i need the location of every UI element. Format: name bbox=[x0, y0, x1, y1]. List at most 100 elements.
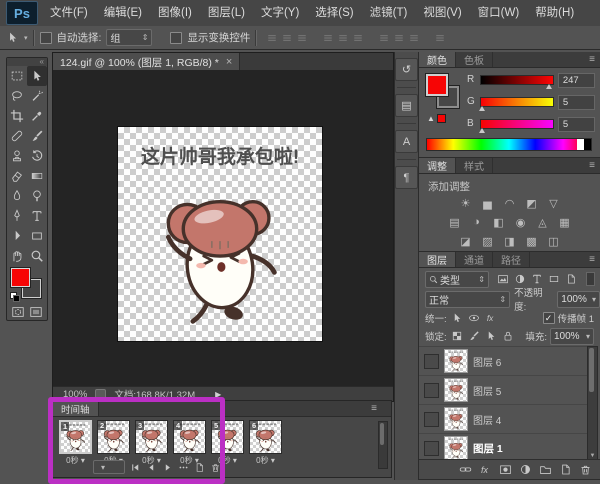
new-layer-icon[interactable] bbox=[559, 463, 572, 476]
color-lookup-icon[interactable]: ▦ bbox=[557, 215, 573, 229]
menu-item[interactable]: 窗口(W) bbox=[470, 0, 528, 26]
new-frame-button[interactable] bbox=[194, 462, 205, 473]
history-panel-icon[interactable]: ↺ bbox=[395, 58, 418, 81]
layers-tab-路径[interactable]: 路径 bbox=[493, 252, 530, 267]
distribute-right-edges-icon[interactable] bbox=[408, 32, 420, 44]
layers-scrollbar[interactable]: ▼ bbox=[587, 346, 598, 460]
lock-pixels-icon[interactable] bbox=[468, 330, 480, 342]
panel-menu-icon[interactable]: ≡ bbox=[371, 403, 377, 414]
blur-tool[interactable] bbox=[7, 186, 27, 206]
menu-item[interactable]: 滤镜(T) bbox=[362, 0, 416, 26]
brush-tool[interactable] bbox=[27, 126, 47, 146]
eyedropper-tool[interactable] bbox=[27, 106, 47, 126]
black-white-icon[interactable]: ◧ bbox=[491, 215, 507, 229]
new-group-icon[interactable] bbox=[539, 463, 552, 476]
frame-thumbnail[interactable]: 1 bbox=[59, 420, 92, 454]
menu-item[interactable]: 视图(V) bbox=[415, 0, 469, 26]
gradient-map-icon[interactable]: ▩ bbox=[524, 234, 540, 248]
crop-tool[interactable] bbox=[7, 106, 27, 126]
hue-saturation-icon[interactable]: ▤ bbox=[447, 215, 463, 229]
layer-style-icon[interactable] bbox=[479, 463, 492, 476]
zoom-tool[interactable] bbox=[27, 246, 47, 266]
tween-button[interactable] bbox=[178, 462, 189, 473]
auto-select-checkbox[interactable] bbox=[39, 31, 52, 44]
layer-visibility-toggle[interactable] bbox=[424, 440, 439, 456]
layer-visibility-toggle[interactable] bbox=[424, 353, 439, 369]
filter-adjustment-layers-icon[interactable] bbox=[514, 273, 526, 285]
new-adjustment-layer-icon[interactable] bbox=[519, 463, 532, 476]
type-tool[interactable] bbox=[27, 206, 47, 226]
channel-mixer-icon[interactable]: ◬ bbox=[535, 215, 551, 229]
invert-icon[interactable]: ◪ bbox=[458, 234, 474, 248]
rectangular-marquee-tool[interactable] bbox=[7, 66, 27, 86]
adjust-tab-样式[interactable]: 样式 bbox=[456, 158, 493, 173]
default-colors-icon[interactable] bbox=[10, 292, 20, 302]
posterize-icon[interactable]: ▨ bbox=[480, 234, 496, 248]
layer-row[interactable]: 图层 4 bbox=[419, 405, 589, 434]
layers-tab-通道[interactable]: 通道 bbox=[456, 252, 493, 267]
frame-thumbnail[interactable]: 5 bbox=[211, 420, 244, 454]
dodge-tool[interactable] bbox=[27, 186, 47, 206]
first-frame-button[interactable] bbox=[130, 462, 141, 473]
channel-value-G[interactable]: 5 bbox=[557, 95, 595, 110]
animation-frame[interactable]: 6 0秒 ▾ bbox=[249, 420, 282, 466]
layer-thumbnail[interactable] bbox=[444, 436, 468, 459]
frame-thumbnail[interactable]: 2 bbox=[97, 420, 130, 454]
layer-visibility-toggle[interactable] bbox=[424, 411, 439, 427]
layers-tab-图层[interactable]: 图层 bbox=[419, 252, 456, 267]
panel-menu-icon[interactable]: ≡ bbox=[589, 160, 595, 171]
screen-mode-icon[interactable] bbox=[29, 305, 43, 319]
lock-transparency-icon[interactable] bbox=[451, 330, 463, 342]
status-arrow-icon[interactable]: ▶ bbox=[215, 390, 221, 399]
show-transform-checkbox[interactable] bbox=[170, 31, 183, 44]
tool-preset-caret-icon[interactable]: ▾ bbox=[24, 34, 28, 42]
move-tool[interactable] bbox=[27, 66, 47, 86]
play-button[interactable] bbox=[162, 462, 173, 473]
zoom-level[interactable]: 100% bbox=[63, 389, 87, 400]
layer-thumbnail[interactable] bbox=[444, 407, 468, 431]
gamut-warning[interactable]: ▲ bbox=[427, 114, 446, 123]
blend-mode-dropdown[interactable]: 正常 ⇕ bbox=[425, 290, 511, 308]
frame-thumbnail[interactable]: 4 bbox=[173, 420, 206, 454]
fill-field[interactable]: 100% ▾ bbox=[550, 327, 594, 345]
panel-menu-icon[interactable]: ≡ bbox=[589, 54, 595, 65]
clone-stamp-tool[interactable] bbox=[7, 146, 27, 166]
filter-pixel-layers-icon[interactable] bbox=[497, 273, 509, 285]
healing-brush-tool[interactable] bbox=[7, 126, 27, 146]
menu-item[interactable]: 文字(Y) bbox=[253, 0, 307, 26]
filter-type-layers-icon[interactable] bbox=[531, 273, 543, 285]
eraser-tool[interactable] bbox=[7, 166, 27, 186]
menu-item[interactable]: 文件(F) bbox=[42, 0, 96, 26]
gradient-tool[interactable] bbox=[27, 166, 47, 186]
align-top-edges-icon[interactable] bbox=[322, 32, 334, 44]
color-tab-颜色[interactable]: 颜色 bbox=[419, 52, 456, 67]
channel-value-B[interactable]: 5 bbox=[557, 117, 595, 132]
delete-layer-icon[interactable] bbox=[579, 463, 592, 476]
adjust-tab-调整[interactable]: 调整 bbox=[419, 158, 456, 173]
layer-filter-dropdown[interactable]: 类型 ⇕ bbox=[425, 270, 489, 288]
levels-icon[interactable]: ▅ bbox=[480, 196, 496, 210]
filter-smart-objects-icon[interactable] bbox=[565, 273, 577, 285]
align-left-edges-icon[interactable] bbox=[266, 32, 278, 44]
loop-selector[interactable]: ▾ bbox=[93, 460, 125, 474]
filter-shape-layers-icon[interactable] bbox=[548, 273, 560, 285]
photo-filter-icon[interactable]: ◉ bbox=[513, 215, 529, 229]
exposure-icon[interactable]: ◩ bbox=[524, 196, 540, 210]
filter-toggle-switch[interactable] bbox=[586, 272, 595, 286]
distribute-left-edges-icon[interactable] bbox=[378, 32, 390, 44]
menu-item[interactable]: 选择(S) bbox=[307, 0, 361, 26]
layer-thumbnail[interactable] bbox=[444, 378, 468, 402]
menu-item[interactable]: 图像(I) bbox=[150, 0, 200, 26]
slider-marker-icon[interactable] bbox=[545, 84, 552, 89]
threshold-icon[interactable]: ◨ bbox=[502, 234, 518, 248]
add-layer-mask-icon[interactable] bbox=[499, 463, 512, 476]
layer-row[interactable]: 图层 6 bbox=[419, 347, 589, 376]
properties-panel-icon[interactable]: ▤ bbox=[395, 94, 418, 117]
slider-marker-icon[interactable] bbox=[479, 106, 486, 111]
link-layers-icon[interactable] bbox=[459, 463, 472, 476]
image-canvas[interactable]: 这片帅哥我承包啦! bbox=[118, 127, 322, 341]
lock-all-icon[interactable] bbox=[502, 330, 514, 342]
menu-item[interactable]: 帮助(H) bbox=[527, 0, 582, 26]
vibrance-icon[interactable]: ▽ bbox=[546, 196, 562, 210]
brightness-contrast-icon[interactable]: ☀ bbox=[458, 196, 474, 210]
